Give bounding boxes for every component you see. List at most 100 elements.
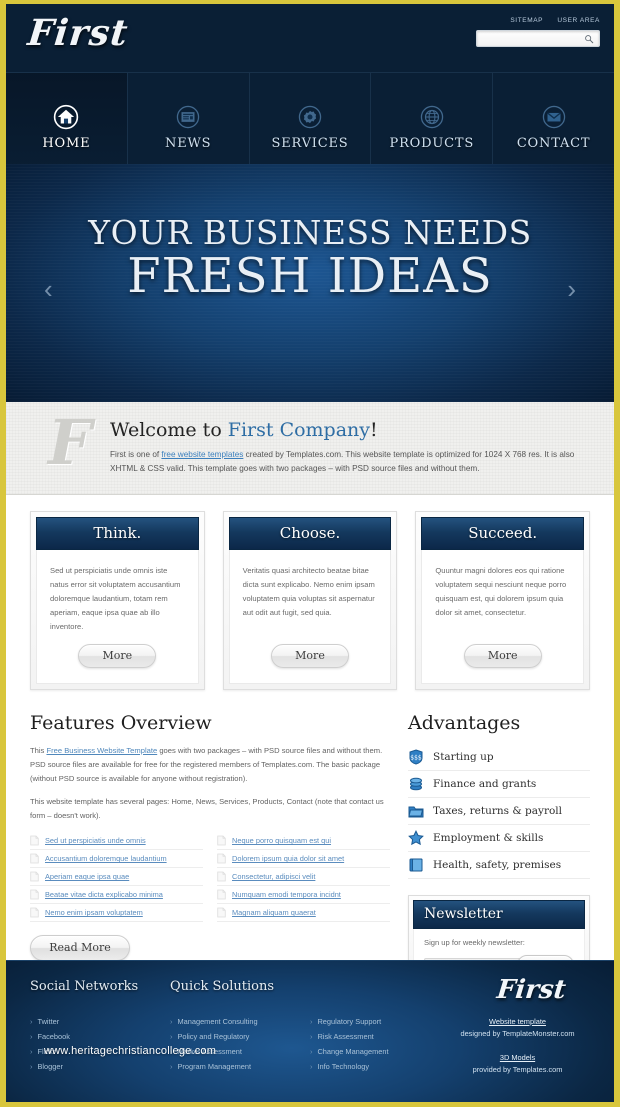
feature-link[interactable]: Neque porro quisquam est qui: [232, 836, 331, 845]
footer-link-regulatory-support[interactable]: Regulatory Support: [310, 1014, 445, 1029]
advantage-item-employment[interactable]: Employment & skills: [408, 825, 590, 852]
website-template-link[interactable]: Website template: [445, 1016, 590, 1028]
feature-link[interactable]: Beatae vitae dicta explicabo minima: [45, 890, 163, 899]
features-overview: Features Overview This Free Business Web…: [30, 712, 390, 992]
feature-link[interactable]: Accusantium doloremque laudantium: [45, 854, 167, 863]
free-website-templates-link[interactable]: free website templates: [161, 450, 243, 459]
features-links-left: Sed ut perspiciatis unde omnis Accusanti…: [30, 832, 203, 923]
footer-link-info-technology[interactable]: Info Technology: [310, 1059, 445, 1074]
nav-item-contact[interactable]: CONTACT: [492, 73, 614, 164]
nav-item-home[interactable]: HOME: [6, 73, 127, 164]
footer-link-management-consulting[interactable]: Management Consulting: [170, 1014, 310, 1029]
read-more-button[interactable]: Read More: [30, 935, 130, 962]
more-button-succeed[interactable]: More: [463, 644, 542, 668]
site-logo[interactable]: First: [26, 12, 131, 54]
welcome-body: Welcome to First Company! First is one o…: [110, 416, 586, 494]
column-body-think: Sed ut perspiciatis unde omnis iste natu…: [36, 550, 199, 684]
home-icon: [54, 104, 79, 130]
feature-link[interactable]: Dolorem ipsum quia dolor sit amet: [232, 854, 344, 863]
nav-item-products[interactable]: PRODUCTS: [370, 73, 492, 164]
book-icon: [409, 858, 423, 872]
column-title-succeed: Succeed.: [421, 517, 585, 550]
newsletter-label: Sign up for weekly newsletter:: [424, 938, 525, 947]
feature-link[interactable]: Sed ut perspiciatis unde omnis: [45, 836, 146, 845]
sitemap-link[interactable]: SITEMAP: [510, 17, 543, 24]
list-item[interactable]: Consectetur, adipisci velit: [217, 868, 390, 887]
advantage-item-taxes[interactable]: Taxes, returns & payroll: [408, 798, 590, 825]
list-item[interactable]: Aperiam eaque ipsa quae: [30, 868, 203, 887]
footer-link-program-management[interactable]: Program Management: [170, 1059, 310, 1074]
list-item[interactable]: Dolorem ipsum quia dolor sit amet: [217, 850, 390, 869]
column-text-choose: Veritatis quasi architecto beatae bitae …: [242, 566, 375, 618]
welcome-heading-pre: Welcome to: [110, 419, 228, 441]
nav-label-contact: CONTACT: [516, 136, 591, 151]
welcome-heading-brand: First Company: [227, 419, 371, 441]
feature-link[interactable]: Consectetur, adipisci velit: [232, 872, 315, 881]
feature-link[interactable]: Nemo enim ipsam voluptatem: [45, 908, 143, 917]
footer-link-risk-assessment[interactable]: Risk Assessment: [310, 1029, 445, 1044]
gear-icon: [298, 105, 322, 129]
folder-icon: [408, 806, 424, 818]
footer-logo[interactable]: First: [496, 975, 568, 1005]
welcome-heading: Welcome to First Company!: [110, 419, 586, 441]
list-item[interactable]: Magnam aliquam quaerat: [217, 904, 390, 923]
list-item[interactable]: Neque porro quisquam est qui: [217, 832, 390, 851]
lower-section: Features Overview This Free Business Web…: [30, 712, 590, 992]
welcome-monogram: F: [47, 406, 93, 479]
advantage-label: Taxes, returns & payroll: [433, 805, 563, 817]
document-icon: [30, 871, 39, 882]
welcome-paragraph: First is one of free website templates c…: [110, 448, 586, 475]
features-text-pre: This: [30, 746, 47, 755]
list-item[interactable]: Accusantium doloremque laudantium: [30, 850, 203, 869]
more-button-choose[interactable]: More: [271, 644, 349, 668]
footer-link-facebook[interactable]: Facebook: [30, 1029, 170, 1044]
free-business-template-link[interactable]: Free Business Website Template: [46, 746, 157, 755]
footer-link-change-management[interactable]: Change Management: [310, 1044, 445, 1059]
search-icon[interactable]: [584, 34, 594, 44]
column-title-choose: Choose.: [228, 517, 392, 550]
column-choose: Choose. Veritatis quasi architecto beata…: [222, 511, 398, 690]
advantage-item-finance[interactable]: Finance and grants: [408, 771, 590, 798]
column-text-succeed: Quuntur magni dolores eos qui ratione vo…: [435, 566, 567, 618]
main-navigation: HOME NEWS SERVICES PRODUCTS CONTACT: [6, 72, 614, 164]
star-icon: [408, 830, 424, 846]
page-root: First SITEMAP USER AREA HOME NEWS SERVIC…: [0, 0, 620, 1107]
more-button-think[interactable]: More: [78, 644, 157, 668]
footer-link-policy-regulatory[interactable]: Policy and Regulatory: [170, 1029, 310, 1044]
watermark: www.heritagechristiancollege.com: [44, 1045, 217, 1057]
document-icon: [30, 853, 39, 864]
features-links-right: Neque porro quisquam est qui Dolorem ips…: [217, 832, 390, 923]
footer-credit-text-1: designed by TemplateMonster.com: [460, 1028, 575, 1038]
slider-next-arrow[interactable]: ›: [567, 274, 576, 305]
sidebar: Advantages $$$ Starting up Finance and g…: [408, 712, 590, 992]
list-item[interactable]: Nemo enim ipsam voluptatem: [30, 904, 203, 923]
list-item[interactable]: Beatae vitae dicta explicabo minima: [30, 886, 203, 905]
list-item[interactable]: Numquam emodi tempora incidnt: [217, 886, 390, 905]
features-paragraph-1: This Free Business Website Template goes…: [30, 744, 390, 786]
document-icon: [217, 853, 226, 864]
nav-item-news[interactable]: NEWS: [126, 73, 249, 164]
list-item[interactable]: Sed ut perspiciatis unde omnis: [30, 832, 203, 851]
user-area-link[interactable]: USER AREA: [557, 17, 600, 24]
feature-link[interactable]: Numquam emodi tempora incidnt: [232, 890, 341, 899]
footer-credits: Website template designed by TemplateMon…: [445, 1014, 590, 1075]
slider-prev-arrow[interactable]: ‹: [44, 274, 53, 305]
advantages-heading: Advantages: [408, 712, 521, 734]
advantage-item-health[interactable]: Health, safety, premises: [408, 852, 590, 879]
nav-item-services[interactable]: SERVICES: [248, 73, 371, 164]
3d-models-link[interactable]: 3D Models: [445, 1052, 590, 1064]
site-header: First SITEMAP USER AREA HOME NEWS SERVIC…: [6, 4, 614, 164]
footer-link-twitter[interactable]: Twitter: [30, 1014, 170, 1029]
feature-link[interactable]: Magnam aliquam quaerat: [232, 908, 316, 917]
search-bar[interactable]: [476, 30, 600, 49]
footer-credit-text-2: provided by Templates.com: [472, 1064, 563, 1074]
newsletter-heading: Newsletter: [413, 900, 585, 929]
feature-link[interactable]: Aperiam eaque ipsa quae: [45, 872, 129, 881]
footer-link-blogger[interactable]: Blogger: [30, 1059, 170, 1074]
column-succeed: Succeed. Quuntur magni dolores eos qui r…: [415, 511, 591, 690]
advantage-item-starting-up[interactable]: $$$ Starting up: [408, 744, 590, 771]
svg-text:$$$: $$$: [410, 755, 422, 762]
coins-icon: [410, 777, 422, 791]
newspaper-icon: [176, 105, 200, 129]
search-input[interactable]: [482, 34, 582, 49]
